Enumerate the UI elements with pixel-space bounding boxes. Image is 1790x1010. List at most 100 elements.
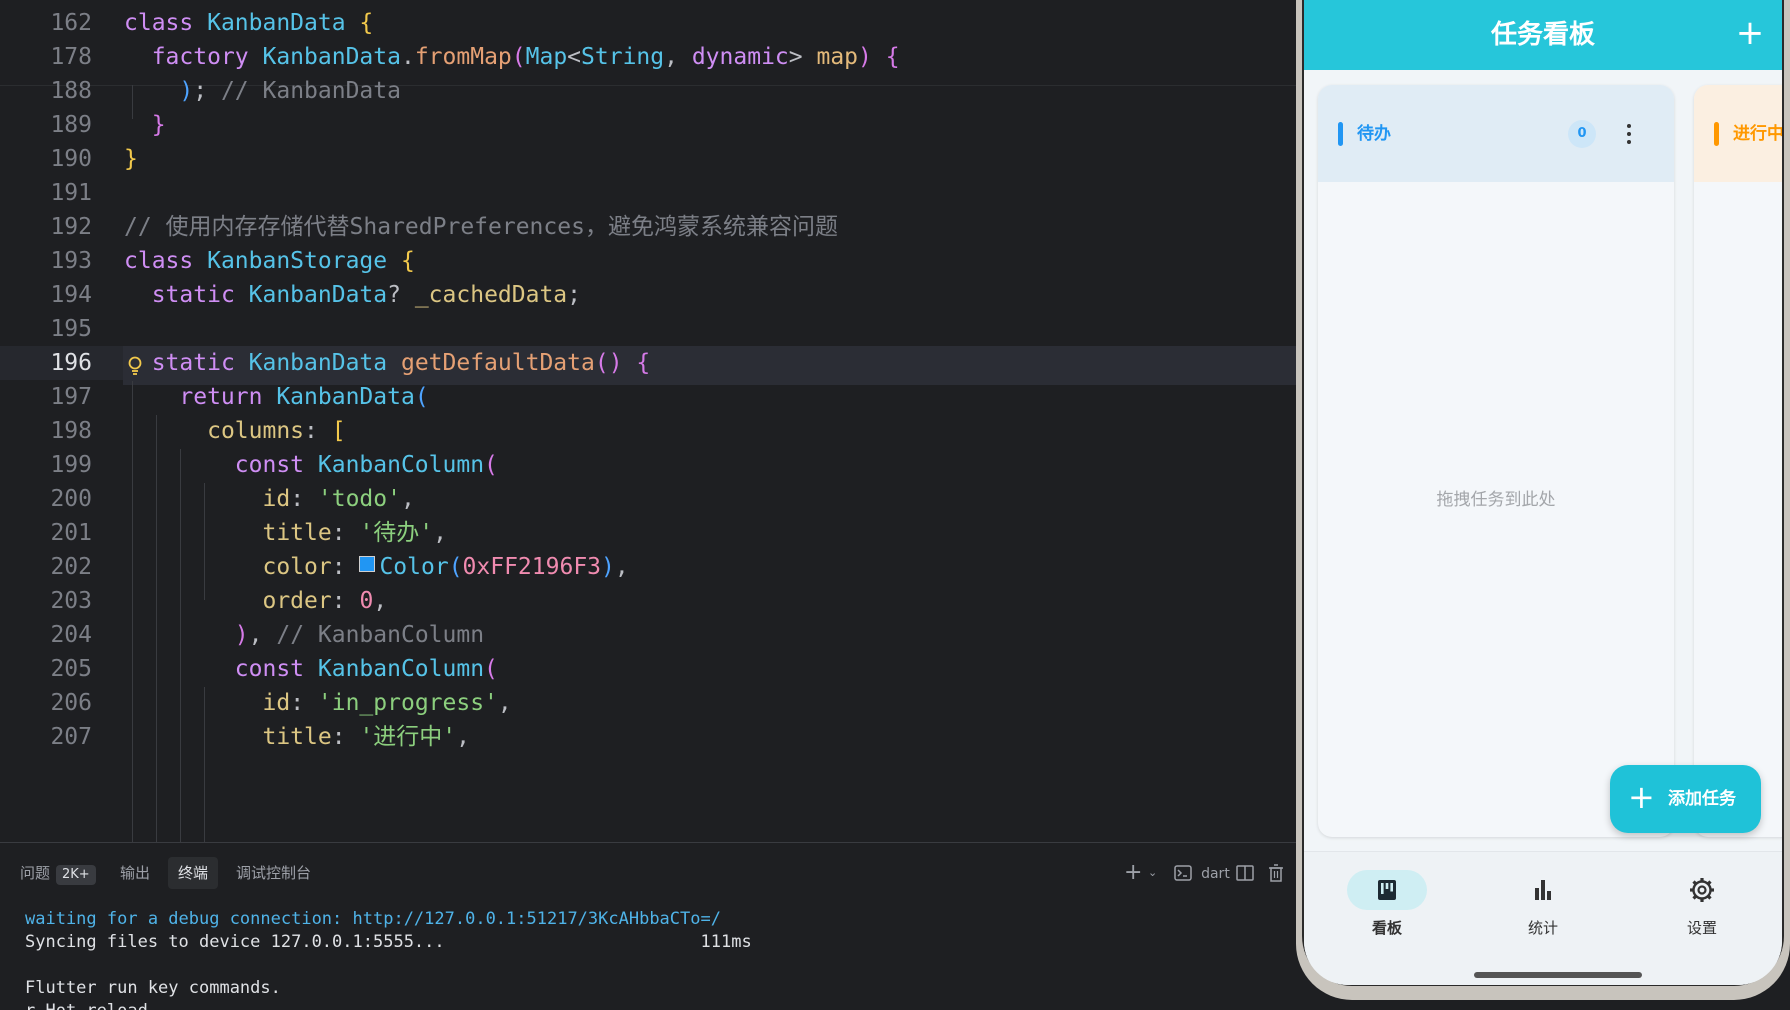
nav-item-settings[interactable]: 设置 <box>1642 870 1762 950</box>
code-token: const <box>234 452 318 478</box>
bar-chart-icon <box>1535 880 1551 900</box>
code-token: map <box>816 44 859 70</box>
code-line[interactable]: 198 columns: [ <box>0 414 1300 448</box>
code-token: , <box>433 520 447 546</box>
code-token: 0 <box>359 588 374 614</box>
line-number: 199 <box>50 452 92 478</box>
code-line[interactable]: 201 title: '待办', <box>0 516 1300 550</box>
terminal-line: waiting for a debug connection: http://1… <box>25 909 721 929</box>
code-token: return <box>179 384 277 410</box>
code-text: id: 'todo', <box>124 482 415 516</box>
code-line[interactable]: 204 ), // KanbanColumn <box>0 618 1300 652</box>
line-number: 178 <box>50 44 92 70</box>
code-token: Color <box>379 554 449 580</box>
code-token: static <box>151 350 249 376</box>
code-line[interactable]: 203 order: 0, <box>0 584 1300 618</box>
code-token: ? <box>387 282 415 308</box>
code-line[interactable]: 188 ); // KanbanData <box>0 74 1300 108</box>
code-line[interactable]: 192 // 使用内存存储代替SharedPreferences，避免鸿蒙系统兼容… <box>0 210 1300 244</box>
column-title: 待办 <box>1357 124 1391 144</box>
code-token: < <box>567 44 582 70</box>
nav-label: 设置 <box>1686 919 1717 937</box>
code-text: columns: [ <box>124 414 346 448</box>
code-token: KanbanColumn <box>317 452 485 478</box>
nav-label: 看板 <box>1371 919 1402 937</box>
column-menu-button[interactable] <box>1619 119 1639 149</box>
code-token: _cachedData <box>414 282 568 308</box>
split-terminal-icon[interactable] <box>1236 865 1254 881</box>
terminal-icon <box>1174 865 1192 881</box>
chevron-down-icon[interactable]: ⌄ <box>1148 859 1157 887</box>
code-token: class <box>124 248 208 274</box>
code-editor[interactable]: 162 class KanbanData {178 factory KanbanD… <box>0 0 1300 842</box>
nav-item-stats[interactable]: 统计 <box>1483 870 1603 950</box>
kanban-column-in-progress[interactable]: 进行中 <box>1694 85 1782 837</box>
add-column-button[interactable]: + <box>1732 16 1768 52</box>
code-line[interactable]: 189 } <box>0 108 1300 142</box>
tab-label: 问题 <box>20 864 51 882</box>
code-token: ) <box>858 44 886 70</box>
line-number: 195 <box>50 316 92 342</box>
tab-output[interactable]: 输出 <box>110 857 160 889</box>
code-line[interactable]: 197 return KanbanData( <box>0 380 1300 414</box>
tab-problems[interactable]: 问题 2K+ <box>10 857 106 889</box>
code-token: id <box>262 690 291 716</box>
tab-debug-console[interactable]: 调试控制台 <box>226 857 321 889</box>
line-number: 203 <box>50 588 92 614</box>
nav-item-board[interactable]: 看板 <box>1327 870 1447 950</box>
code-token: // KanbanData <box>220 78 401 104</box>
trash-icon[interactable] <box>1268 864 1284 882</box>
code-line[interactable]: 190} <box>0 142 1300 176</box>
code-token: dynamic <box>691 44 789 70</box>
line-number: 207 <box>50 724 92 750</box>
terminal-shell-selector[interactable]: dart <box>1174 859 1230 888</box>
plus-icon: + <box>1628 778 1655 816</box>
code-line[interactable]: 199 const KanbanColumn( <box>0 448 1300 482</box>
code-line[interactable]: 162 class KanbanData { <box>0 6 1300 40</box>
code-line[interactable]: 207 title: '进行中', <box>0 720 1300 754</box>
code-token: () <box>594 350 637 376</box>
code-line[interactable]: 206 id: 'in_progress', <box>0 686 1300 720</box>
code-token: { <box>885 44 900 70</box>
new-terminal-button[interactable]: + <box>1124 859 1142 887</box>
code-line[interactable]: 193 class KanbanStorage { <box>0 244 1300 278</box>
code-token: // KanbanColumn <box>276 622 485 648</box>
code-token: : <box>331 588 360 614</box>
code-line[interactable]: 196 static KanbanData getDefaultData() { <box>0 346 1300 385</box>
code-line[interactable]: 205 const KanbanColumn( <box>0 652 1300 686</box>
home-indicator[interactable] <box>1474 972 1642 978</box>
code-line[interactable]: 202 color: Color(0xFF2196F3), <box>0 550 1300 584</box>
kanban-column-todo[interactable]: 待办 0 拖拽任务到此处 <box>1318 85 1674 837</box>
code-line[interactable]: 195 <box>0 312 1300 346</box>
code-token: 'todo' <box>317 486 401 512</box>
code-line[interactable]: 191 <box>0 176 1300 210</box>
code-token: : <box>290 690 318 716</box>
code-token: , <box>400 486 415 512</box>
add-task-label: 添加任务 <box>1668 789 1736 809</box>
board-icon <box>1378 880 1396 900</box>
code-token: KanbanData <box>276 384 415 410</box>
code-token: getDefaultData <box>400 350 595 376</box>
code-text: static KanbanData? _cachedData; <box>124 278 581 312</box>
problems-count-badge: 2K+ <box>56 865 96 885</box>
column-header: 待办 0 <box>1318 85 1674 182</box>
code-token: , <box>664 44 692 70</box>
tab-terminal[interactable]: 终端 <box>168 857 219 889</box>
code-line[interactable]: 200 id: 'todo', <box>0 482 1300 516</box>
add-task-button[interactable]: + 添加任务 <box>1610 765 1761 833</box>
code-token: Map <box>525 44 568 70</box>
code-text: title: '进行中', <box>124 720 470 754</box>
code-line[interactable]: 194 static KanbanData? _cachedData; <box>0 278 1300 312</box>
line-number: 162 <box>50 10 92 36</box>
code-token: : <box>331 724 360 750</box>
code-token: KanbanData <box>262 44 401 70</box>
code-line[interactable]: 178 factory KanbanData.fromMap(Map<Strin… <box>0 40 1300 74</box>
